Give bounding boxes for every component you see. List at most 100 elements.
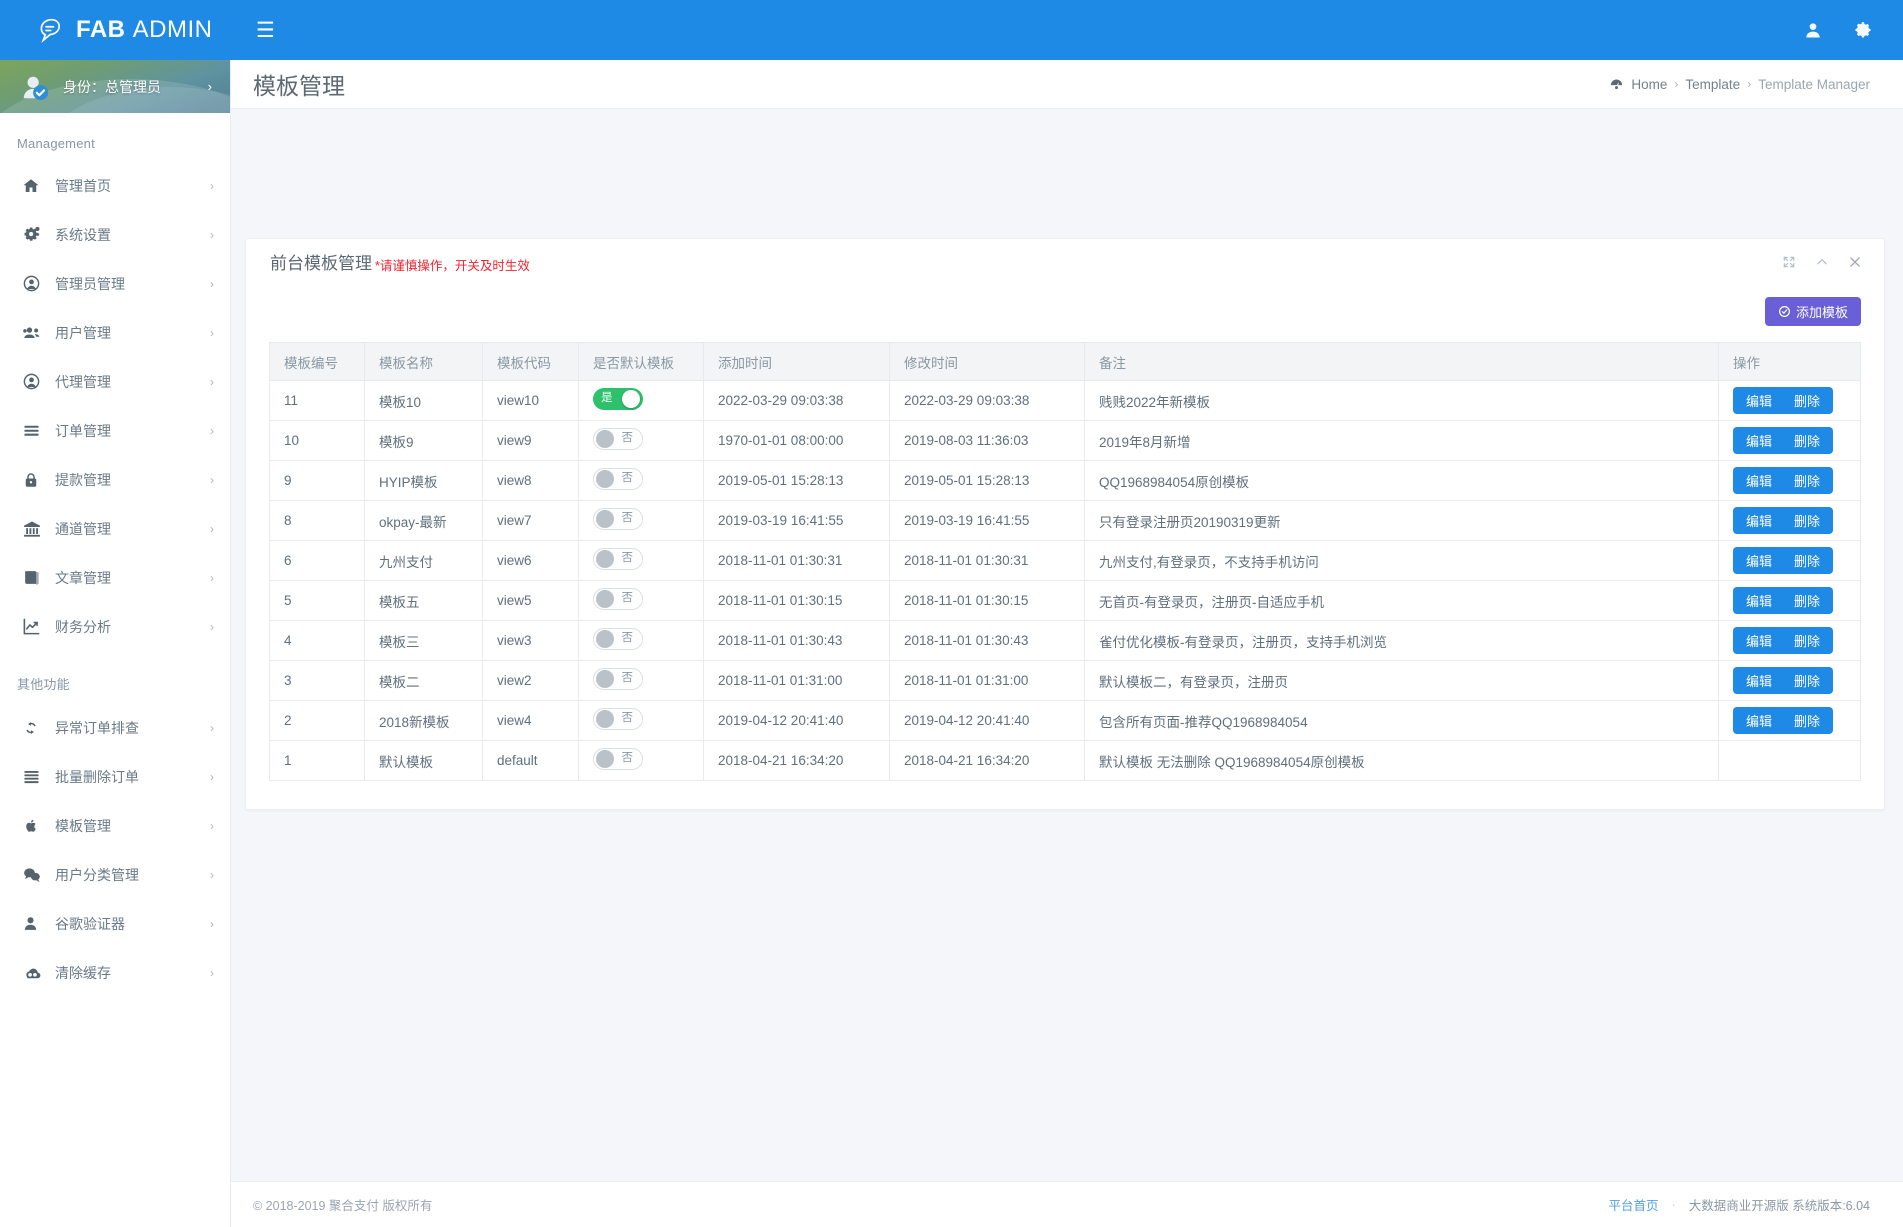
- sidebar: 身份：总管理员 › Management 管理首页 › 系统设置 › 管理员管理…: [0, 60, 231, 1227]
- expand-icon[interactable]: [1782, 255, 1796, 269]
- cell-operations: 编辑 删除: [1718, 620, 1861, 661]
- row-action-group: 编辑 删除: [1733, 467, 1834, 494]
- toggle-label: 否: [621, 592, 634, 605]
- default-template-toggle[interactable]: 是: [593, 388, 643, 410]
- delete-button[interactable]: 删除: [1783, 467, 1834, 494]
- user-icon[interactable]: [1803, 20, 1823, 40]
- default-template-toggle[interactable]: 否: [593, 708, 643, 730]
- gear-icon[interactable]: [1853, 20, 1873, 40]
- delete-button[interactable]: 删除: [1783, 587, 1834, 614]
- apple-icon: [22, 817, 50, 834]
- edit-button[interactable]: 编辑: [1733, 427, 1784, 454]
- sidebar-item-user-management[interactable]: 用户管理 ›: [0, 308, 230, 357]
- chevron-right-icon: ›: [210, 178, 214, 193]
- sidebar-item-channel-management[interactable]: 通道管理 ›: [0, 504, 230, 553]
- default-template-toggle[interactable]: 否: [593, 548, 643, 570]
- cell-modified-time: 2019-03-19 16:41:55: [889, 500, 1085, 541]
- cell-template-code: view2: [482, 660, 579, 701]
- edit-button[interactable]: 编辑: [1733, 667, 1784, 694]
- delete-button[interactable]: 删除: [1783, 507, 1834, 534]
- edit-button[interactable]: 编辑: [1733, 587, 1784, 614]
- brand-logo[interactable]: FAB ADMIN: [0, 0, 231, 60]
- default-template-toggle[interactable]: 否: [593, 428, 643, 450]
- row-action-group: 编辑 删除: [1733, 667, 1834, 694]
- cell-added-time: 1970-01-01 08:00:00: [703, 420, 890, 461]
- cell-is-default: 否: [578, 540, 704, 581]
- breadcrumb-home[interactable]: Home: [1631, 77, 1667, 92]
- lock-icon: [22, 471, 50, 489]
- cell-is-default: 否: [578, 420, 704, 461]
- close-icon[interactable]: [1848, 255, 1862, 269]
- sidebar-item-dashboard[interactable]: 管理首页 ›: [0, 161, 230, 210]
- chevron-right-icon: ›: [207, 79, 212, 94]
- chevron-right-icon: ›: [210, 619, 214, 634]
- th-template-name: 模板名称: [364, 342, 483, 381]
- default-template-toggle[interactable]: 否: [593, 748, 643, 770]
- default-template-toggle[interactable]: 否: [593, 668, 643, 690]
- card-warning-text: *请谨慎操作，开关及时生效: [375, 259, 530, 273]
- delete-button[interactable]: 删除: [1783, 707, 1834, 734]
- sidebar-item-admin-management[interactable]: 管理员管理 ›: [0, 259, 230, 308]
- cell-is-default: 否: [578, 500, 704, 541]
- chevron-up-icon[interactable]: [1815, 255, 1829, 269]
- sidebar-user-label: 身份：总管理员: [63, 78, 161, 95]
- sidebar-user-panel[interactable]: 身份：总管理员 ›: [0, 60, 230, 113]
- default-template-toggle[interactable]: 否: [593, 588, 643, 610]
- sidebar-item-financial-analysis[interactable]: 财务分析 ›: [0, 602, 230, 651]
- chevron-right-icon: ›: [210, 570, 214, 585]
- sidebar-item-batch-delete-orders[interactable]: 批量删除订单 ›: [0, 752, 230, 801]
- cell-modified-time: 2018-04-21 16:34:20: [889, 740, 1085, 781]
- card-title-text: 前台模板管理: [270, 254, 372, 273]
- edit-button[interactable]: 编辑: [1733, 707, 1784, 734]
- add-template-button[interactable]: 添加模板: [1764, 297, 1861, 326]
- sidebar-item-user-category-management[interactable]: 用户分类管理 ›: [0, 850, 230, 899]
- sidebar-item-template-management[interactable]: 模板管理 ›: [0, 801, 230, 850]
- delete-button[interactable]: 删除: [1783, 627, 1834, 654]
- footer-copyright: © 2018-2019 聚合支付 版权所有: [253, 1199, 433, 1213]
- sidebar-item-label: 订单管理: [55, 422, 111, 439]
- edit-button[interactable]: 编辑: [1733, 627, 1784, 654]
- sidebar-item-google-authenticator[interactable]: 谷歌验证器 ›: [0, 899, 230, 948]
- default-template-toggle[interactable]: 否: [593, 628, 643, 650]
- delete-button[interactable]: 删除: [1783, 427, 1834, 454]
- sidebar-item-system-settings[interactable]: 系统设置 ›: [0, 210, 230, 259]
- cell-is-default: 否: [578, 460, 704, 501]
- edit-button[interactable]: 编辑: [1733, 547, 1784, 574]
- cell-added-time: 2018-11-01 01:30:31: [703, 540, 890, 581]
- sidebar-item-label: 代理管理: [55, 373, 111, 390]
- edit-button[interactable]: 编辑: [1733, 467, 1784, 494]
- toggle-label: 否: [621, 552, 634, 565]
- edit-button[interactable]: 编辑: [1733, 387, 1784, 414]
- sidebar-item-agent-management[interactable]: 代理管理 ›: [0, 357, 230, 406]
- cell-remark: 只有登录注册页20190319更新: [1084, 500, 1719, 541]
- th-template-id: 模板编号: [269, 342, 365, 381]
- sidebar-item-article-management[interactable]: 文章管理 ›: [0, 553, 230, 602]
- chevron-right-icon: ›: [210, 818, 214, 833]
- cell-template-id: 11: [269, 380, 365, 421]
- cell-modified-time: 2018-11-01 01:30:15: [889, 580, 1085, 621]
- cell-template-code: view9: [482, 420, 579, 461]
- chevron-right-icon: ›: [210, 769, 214, 784]
- toggle-knob: [596, 470, 614, 488]
- cell-template-code: view5: [482, 580, 579, 621]
- edit-button[interactable]: 编辑: [1733, 507, 1784, 534]
- sidebar-item-withdrawal-management[interactable]: 提款管理 ›: [0, 455, 230, 504]
- sidebar-item-label: 管理员管理: [55, 275, 125, 292]
- breadcrumb-template[interactable]: Template: [1685, 77, 1740, 92]
- table-row: 3 模板二 view2 否 2018-11-01 01:31:00 2018-11-01 …: [269, 660, 1861, 701]
- delete-button[interactable]: 删除: [1783, 547, 1834, 574]
- sidebar-item-abnormal-orders[interactable]: 异常订单排查 ›: [0, 703, 230, 752]
- cell-is-default: 否: [578, 620, 704, 661]
- delete-button[interactable]: 删除: [1783, 667, 1834, 694]
- cell-template-id: 3: [269, 660, 365, 701]
- nav-heading-other: 其他功能: [17, 677, 70, 692]
- chevron-right-icon: ›: [210, 472, 214, 487]
- footer-platform-home-link[interactable]: 平台首页: [1609, 1195, 1659, 1214]
- default-template-toggle[interactable]: 否: [593, 468, 643, 490]
- default-template-toggle[interactable]: 否: [593, 508, 643, 530]
- sidebar-item-order-management[interactable]: 订单管理 ›: [0, 406, 230, 455]
- hamburger-icon[interactable]: ☰: [256, 20, 275, 41]
- row-action-group: 编辑 删除: [1733, 547, 1834, 574]
- sidebar-item-clear-cache[interactable]: 清除缓存 ›: [0, 948, 230, 997]
- delete-button[interactable]: 删除: [1783, 387, 1834, 414]
